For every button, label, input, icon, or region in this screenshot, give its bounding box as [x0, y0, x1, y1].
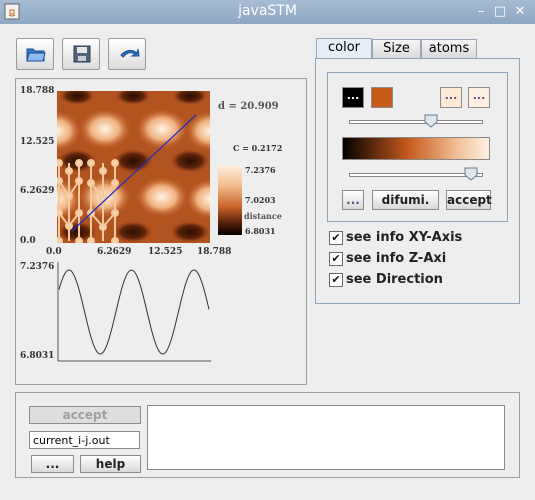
folder-open-icon	[26, 48, 46, 62]
maximize-button[interactable]: □	[491, 3, 509, 21]
color-more-button[interactable]: ...	[342, 190, 364, 210]
checkbox-direction[interactable]: ✔	[329, 273, 343, 287]
profile-min-label: 6.8031	[20, 351, 55, 361]
y-tick: 12.525	[20, 137, 55, 147]
x-tick: 18.788	[197, 247, 232, 257]
checkbox-z-axis[interactable]: ✔	[329, 252, 343, 266]
scale-label-mid: 7.0203	[245, 195, 276, 205]
swatch-start-color[interactable]: ...	[342, 87, 364, 108]
profile-max-label: 7.2376	[20, 262, 55, 272]
c-value: C = 0.2172	[233, 143, 283, 153]
minimize-button[interactable]: –	[472, 3, 490, 21]
slider1-thumb[interactable]	[424, 114, 438, 128]
browse-button[interactable]: ...	[31, 455, 74, 473]
slider1-track[interactable]	[349, 120, 483, 124]
checkbox-xy-axis-label: see info XY-Axis	[346, 230, 463, 245]
x-tick: 6.2629	[97, 247, 132, 257]
profile-curve	[58, 269, 210, 355]
x-tick: 0.0	[46, 247, 62, 257]
y-tick: 0.0	[20, 236, 36, 246]
swatch-end-color[interactable]: ...	[468, 87, 490, 108]
profile-plot	[57, 262, 211, 362]
distance-value: d = 20.909	[218, 101, 279, 112]
y-tick: 18.788	[20, 86, 55, 96]
swatch-mid-color[interactable]	[371, 87, 393, 108]
difumi-button[interactable]: difumi.	[372, 190, 439, 210]
help-button[interactable]: help	[80, 455, 141, 473]
stm-image[interactable]	[57, 91, 210, 243]
refresh-button[interactable]	[108, 38, 146, 70]
scale-label-max: 7.2376	[245, 165, 276, 175]
slider2-thumb[interactable]	[464, 167, 478, 181]
y-tick: 6.2629	[20, 186, 55, 196]
gradient-preview	[342, 137, 490, 160]
scale-label-min: 6.8031	[245, 226, 276, 236]
swatch-light-color[interactable]: ...	[440, 87, 462, 108]
x-tick: 12.525	[148, 247, 183, 257]
tab-color[interactable]: color	[316, 38, 372, 59]
window-title: javaSTM	[238, 3, 297, 19]
color-scale-bar	[218, 165, 242, 235]
refresh-arrow-icon	[120, 48, 140, 58]
color-accept-button[interactable]: accept	[446, 190, 492, 210]
tab-size[interactable]: Size	[372, 39, 421, 58]
open-button[interactable]	[16, 38, 54, 70]
save-button[interactable]	[62, 38, 100, 70]
bottom-accept-button[interactable]: accept	[29, 406, 141, 424]
checkbox-xy-axis[interactable]: ✔	[329, 231, 343, 245]
floppy-save-icon	[73, 45, 91, 63]
checkbox-direction-label: see Direction	[346, 272, 443, 287]
close-button[interactable]: ✕	[511, 3, 529, 21]
title-bar: javaSTM – □ ✕	[0, 0, 535, 24]
scale-title: distance	[244, 211, 282, 221]
tab-atoms[interactable]: atoms	[421, 39, 477, 58]
output-text-area[interactable]	[147, 405, 505, 470]
checkbox-z-axis-label: see info Z-Axi	[346, 251, 447, 266]
slider2-track[interactable]	[349, 173, 483, 177]
output-file-input[interactable]	[29, 431, 140, 449]
